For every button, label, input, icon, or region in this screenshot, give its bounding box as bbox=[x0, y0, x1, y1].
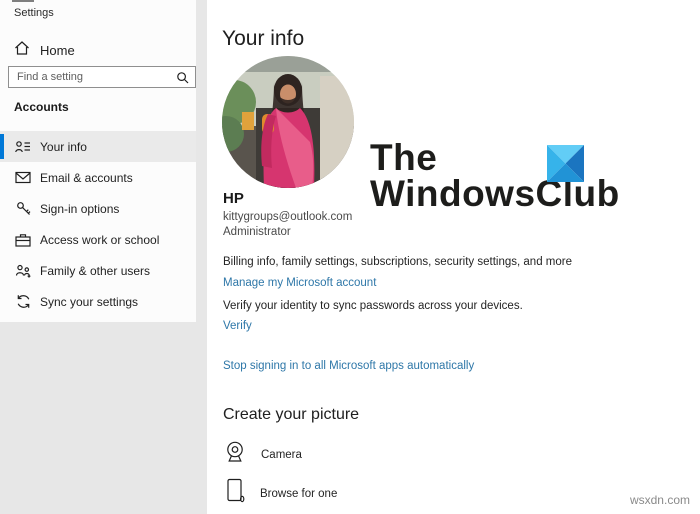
briefcase-icon bbox=[15, 233, 31, 247]
sidebar-item-your-info[interactable]: Your info bbox=[0, 131, 196, 162]
contact-info-icon bbox=[15, 140, 31, 154]
sidebar-item-label: Email & accounts bbox=[40, 170, 133, 185]
home-icon bbox=[14, 40, 30, 61]
manage-account-link[interactable]: Manage my Microsoft account bbox=[223, 277, 376, 289]
sidebar-item-label: Sign-in options bbox=[40, 201, 120, 216]
sidebar-item-family-other-users[interactable]: Family & other users bbox=[0, 255, 196, 286]
account-role: Administrator bbox=[223, 226, 291, 238]
browse-label: Browse for one bbox=[260, 487, 338, 500]
windowsclub-square-icon bbox=[547, 145, 584, 187]
app-title: Settings bbox=[14, 7, 54, 19]
camera-label: Camera bbox=[261, 448, 302, 461]
logo-text-line1: The bbox=[370, 137, 438, 178]
sidebar-item-label: Family & other users bbox=[40, 263, 151, 278]
page-title: Your info bbox=[222, 27, 305, 50]
camera-button[interactable]: Camera bbox=[223, 440, 302, 469]
verify-link[interactable]: Verify bbox=[223, 320, 252, 332]
avatar bbox=[222, 56, 354, 188]
browse-button[interactable]: Browse for one bbox=[226, 478, 337, 509]
main-content: Your info HP kittygroups@outlook.com Adm… bbox=[207, 0, 700, 514]
sidebar-nav: Your info Email & accounts Sign-in optio… bbox=[0, 131, 196, 317]
search-box[interactable] bbox=[8, 66, 196, 88]
sidebar-item-label: Sync your settings bbox=[40, 294, 139, 309]
camera-icon bbox=[223, 440, 247, 469]
search-icon[interactable] bbox=[176, 71, 189, 84]
verify-identity-text: Verify your identity to sync passwords a… bbox=[223, 300, 523, 312]
email-icon bbox=[15, 171, 31, 184]
search-input[interactable] bbox=[9, 71, 176, 83]
billing-info-text: Billing info, family settings, subscript… bbox=[223, 256, 572, 268]
stop-signing-in-link[interactable]: Stop signing in to all Microsoft apps au… bbox=[223, 360, 474, 372]
sidebar-item-access-work-school[interactable]: Access work or school bbox=[0, 224, 196, 255]
logo-text-line2: WindowsClub bbox=[370, 173, 620, 214]
section-heading: Accounts bbox=[14, 100, 69, 114]
sidebar-item-home[interactable]: Home bbox=[0, 36, 196, 64]
watermark-text: wsxdn.com bbox=[629, 493, 690, 507]
sidebar-item-sync-your-settings[interactable]: Sync your settings bbox=[0, 286, 196, 317]
sidebar-item-sign-in-options[interactable]: Sign-in options bbox=[0, 193, 196, 224]
browse-file-icon bbox=[226, 478, 246, 509]
sidebar-item-label: Home bbox=[40, 42, 75, 58]
sidebar-item-label: Access work or school bbox=[40, 232, 160, 247]
create-picture-heading: Create your picture bbox=[223, 406, 360, 423]
account-email: kittygroups@outlook.com bbox=[223, 211, 353, 223]
menu-crop-mark bbox=[12, 0, 34, 2]
sidebar-item-label: Your info bbox=[40, 139, 87, 154]
thewindowsclub-logo: The WindowsClub bbox=[370, 137, 660, 214]
sidebar-item-email-accounts[interactable]: Email & accounts bbox=[0, 162, 196, 193]
family-icon bbox=[15, 264, 31, 278]
key-icon bbox=[15, 201, 31, 216]
settings-window: Settings Home Accounts Your info bbox=[0, 0, 700, 514]
sync-icon bbox=[15, 294, 31, 309]
sidebar: Settings Home Accounts Your info bbox=[0, 0, 196, 322]
account-name: HP bbox=[223, 190, 244, 207]
